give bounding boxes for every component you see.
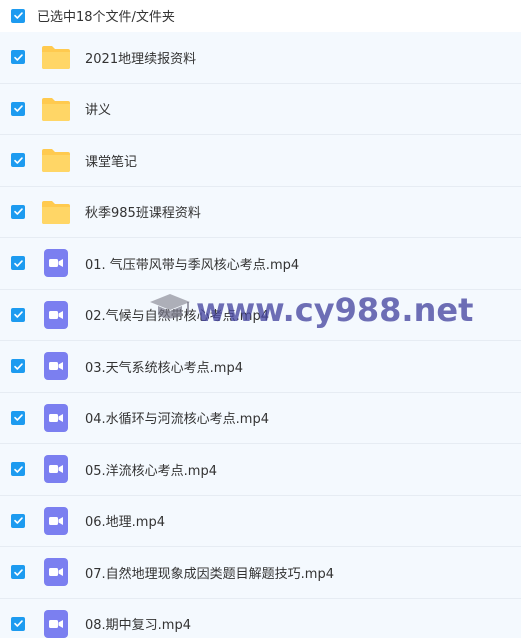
item-name: 05.洋流核心考点.mp4: [85, 463, 217, 479]
file-list: 2021地理续报资料 讲义 课堂笔记 秋季985班课程资料 01. 气压带风带与…: [0, 32, 521, 638]
folder-icon: [41, 145, 71, 175]
item-name: 讲义: [85, 103, 112, 119]
item-name: 08.期中复习.mp4: [85, 618, 191, 634]
video-file-icon: [41, 454, 71, 484]
video-file-icon: [41, 248, 71, 278]
selection-count-label: 已选中18个文件/文件夹: [37, 10, 175, 25]
list-item[interactable]: 秋季985班课程资料: [0, 186, 521, 238]
video-file-icon: [41, 506, 71, 536]
video-file-icon: [41, 300, 71, 330]
item-checkbox[interactable]: [11, 410, 25, 425]
list-item[interactable]: 02.气候与自然带核心考点.mp4: [0, 289, 521, 341]
item-name: 秋季985班课程资料: [85, 206, 201, 222]
folder-icon: [41, 94, 71, 124]
item-checkbox[interactable]: [11, 462, 25, 477]
folder-icon: [41, 197, 71, 227]
item-checkbox[interactable]: [11, 153, 25, 168]
item-checkbox[interactable]: [11, 204, 25, 219]
list-item[interactable]: 05.洋流核心考点.mp4: [0, 444, 521, 496]
list-item[interactable]: 2021地理续报资料: [0, 32, 521, 84]
item-checkbox[interactable]: [11, 50, 25, 65]
select-all-checkbox[interactable]: [11, 8, 25, 23]
item-checkbox[interactable]: [11, 256, 25, 271]
video-file-icon: [41, 609, 71, 638]
item-name: 07.自然地理现象成因类题目解题技巧.mp4: [85, 566, 334, 582]
folder-icon: [41, 42, 71, 72]
list-item[interactable]: 04.水循环与河流核心考点.mp4: [0, 392, 521, 444]
list-item[interactable]: 07.自然地理现象成因类题目解题技巧.mp4: [0, 547, 521, 599]
file-selection-panel: 已选中18个文件/文件夹 2021地理续报资料 讲义 课堂笔记 秋季985班课程…: [0, 0, 521, 638]
list-item[interactable]: 06.地理.mp4: [0, 495, 521, 547]
item-checkbox[interactable]: [11, 513, 25, 528]
video-file-icon: [41, 351, 71, 381]
item-checkbox[interactable]: [11, 359, 25, 374]
selection-header: 已选中18个文件/文件夹: [0, 0, 521, 31]
item-checkbox[interactable]: [11, 616, 25, 631]
video-file-icon: [41, 557, 71, 587]
video-file-icon: [41, 403, 71, 433]
item-name: 02.气候与自然带核心考点.mp4: [85, 309, 269, 325]
item-name: 2021地理续报资料: [85, 51, 197, 67]
item-checkbox[interactable]: [11, 307, 25, 322]
list-item[interactable]: 讲义: [0, 83, 521, 135]
item-checkbox[interactable]: [11, 565, 25, 580]
item-name: 04.水循环与河流核心考点.mp4: [85, 412, 269, 428]
list-item[interactable]: 01. 气压带风带与季风核心考点.mp4: [0, 238, 521, 290]
item-name: 01. 气压带风带与季风核心考点.mp4: [85, 257, 300, 273]
list-item[interactable]: 03.天气系统核心考点.mp4: [0, 341, 521, 393]
item-checkbox[interactable]: [11, 101, 25, 116]
item-name: 03.天气系统核心考点.mp4: [85, 360, 243, 376]
list-item[interactable]: 08.期中复习.mp4: [0, 598, 521, 638]
list-item[interactable]: 课堂笔记: [0, 135, 521, 187]
item-name: 06.地理.mp4: [85, 515, 165, 531]
item-name: 课堂笔记: [85, 154, 138, 170]
